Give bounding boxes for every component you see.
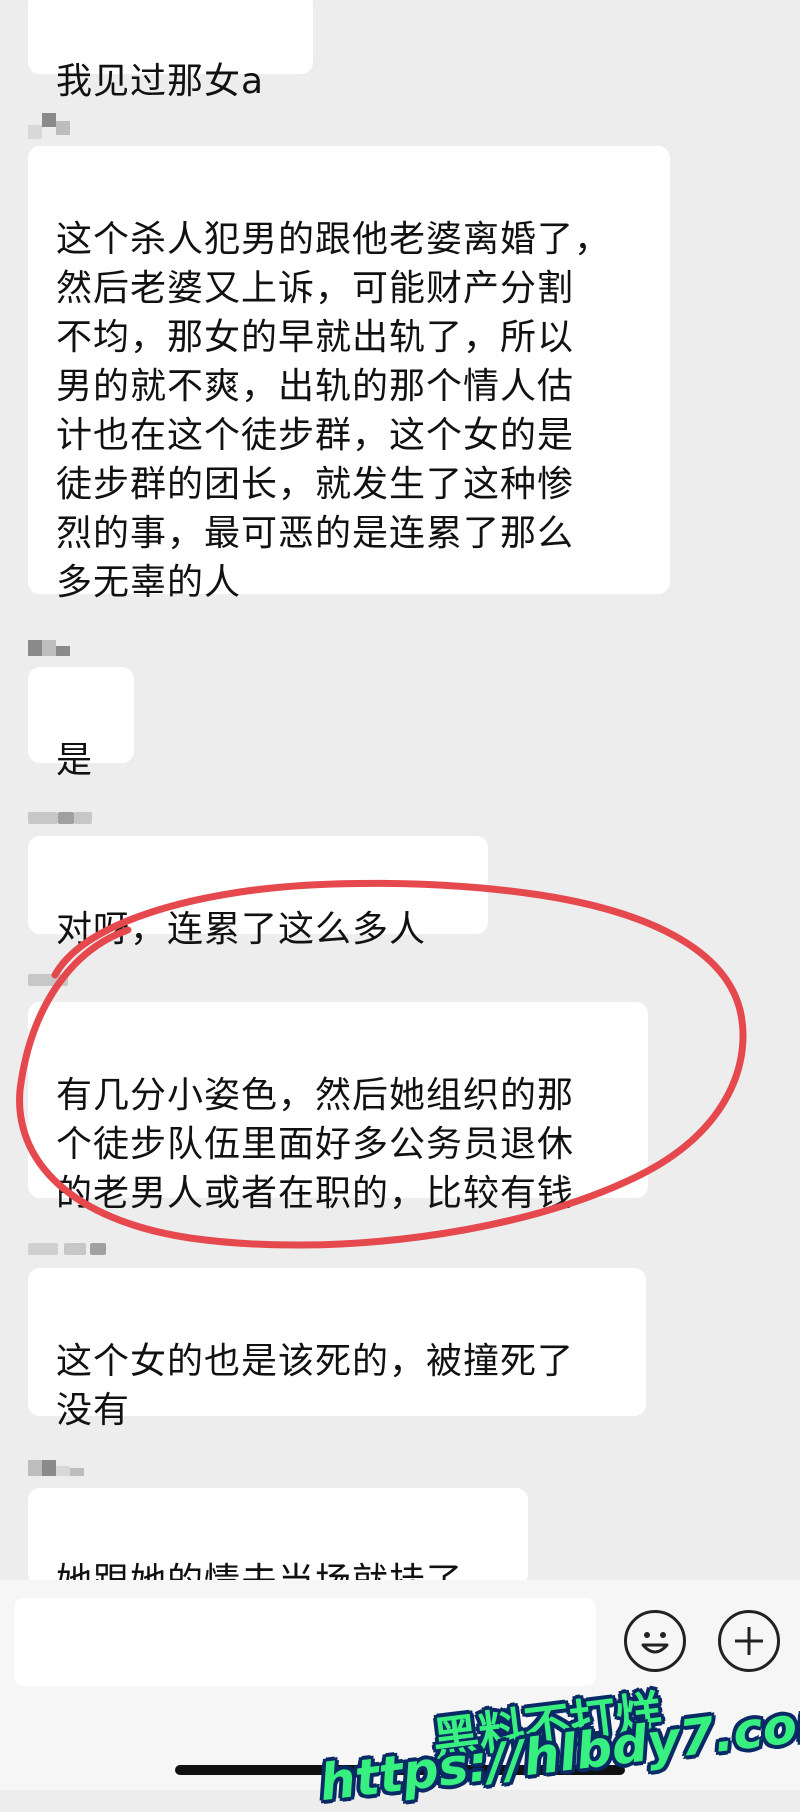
sender-name-blurred bbox=[28, 1243, 106, 1259]
message-bubble[interactable]: 这个杀人犯男的跟他老婆离婚了， 然后老婆又上诉，可能财产分割 不均，那女的早就出… bbox=[28, 146, 670, 603]
add-button[interactable] bbox=[718, 1610, 780, 1672]
message-bubble[interactable]: 她跟她的情夫当场就挂了 bbox=[28, 1488, 528, 1602]
message-text: 这个女的也是该死的，被撞死了 没有 bbox=[56, 1341, 575, 1431]
sender-name-blurred bbox=[28, 1460, 84, 1476]
message-bubble[interactable]: 是 bbox=[28, 667, 134, 781]
smiley-icon bbox=[641, 1632, 669, 1654]
message-text: 有几分小姿色，然后她组织的那 个徒步队伍里面好多公务员退休 的老男人或者在职的，… bbox=[56, 1075, 575, 1214]
sender-name-blurred bbox=[28, 812, 92, 828]
emoji-button[interactable] bbox=[624, 1610, 686, 1672]
message-text: 我见过那女a bbox=[56, 61, 265, 102]
sender-name-blurred bbox=[28, 113, 70, 139]
message-bubble[interactable]: 我见过那女a bbox=[28, 0, 313, 102]
message-bubble[interactable]: 对呀，连累了这么多人 bbox=[28, 836, 488, 950]
message-bubble[interactable]: 有几分小姿色，然后她组织的那 个徒步队伍里面好多公务员退休 的老男人或者在职的，… bbox=[28, 1002, 648, 1214]
message-bubble[interactable]: 这个女的也是该死的，被撞死了 没有 bbox=[28, 1268, 646, 1431]
message-text: 这个杀人犯男的跟他老婆离婚了， 然后老婆又上诉，可能财产分割 不均，那女的早就出… bbox=[56, 219, 612, 603]
sender-name-blurred bbox=[28, 640, 70, 656]
message-text: 对呀，连累了这么多人 bbox=[56, 909, 427, 950]
message-text: 是 bbox=[56, 740, 94, 781]
plus-icon bbox=[735, 1627, 763, 1655]
sender-name-blurred bbox=[28, 974, 68, 990]
message-input[interactable] bbox=[14, 1598, 596, 1686]
